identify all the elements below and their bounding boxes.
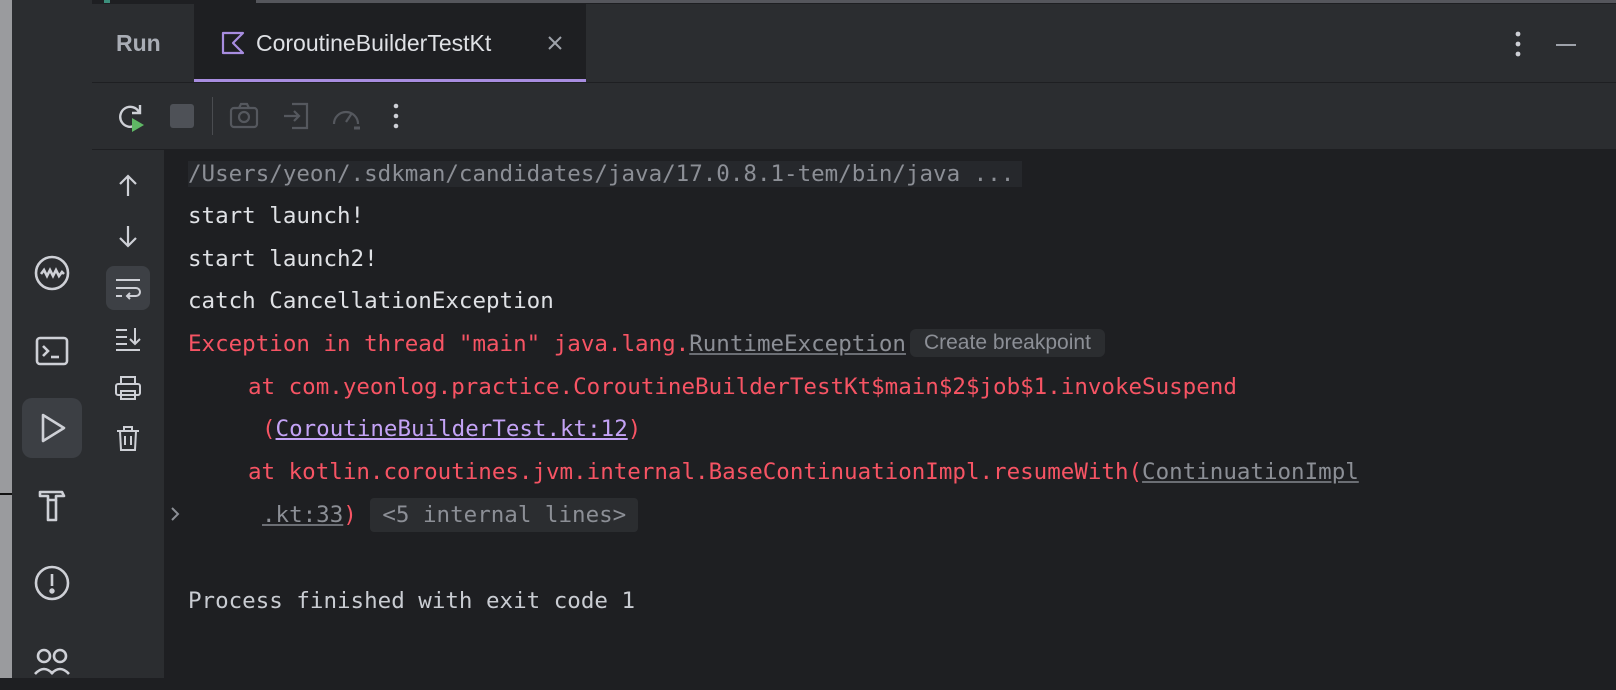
top-border-line [256, 0, 1616, 3]
problems-icon[interactable] [22, 553, 82, 613]
tool-window-strip [12, 0, 93, 678]
command-line: /Users/yeon/.sdkman/candidates/java/17.0… [188, 156, 1023, 192]
close-icon[interactable] [546, 34, 564, 52]
stop-icon[interactable] [166, 100, 198, 132]
minimize-icon[interactable] [1556, 44, 1576, 46]
kotlin-file-icon [221, 31, 245, 55]
java-command: /Users/yeon/.sdkman/candidates/java/17.0… [188, 161, 1023, 187]
more-icon[interactable] [380, 100, 412, 132]
soft-wrap-icon[interactable] [106, 266, 150, 310]
chevron-right-icon[interactable] [166, 505, 184, 523]
trash-icon[interactable] [106, 416, 150, 460]
exit-icon[interactable] [280, 100, 312, 132]
exit-status-line: Process finished with exit code 1 [188, 588, 636, 614]
library-source-link-cont[interactable]: .kt:33 [262, 502, 343, 528]
tab-active-indicator [194, 79, 586, 82]
run-icon[interactable] [22, 398, 82, 458]
source-link[interactable]: CoroutineBuilderTest.kt:12 [276, 416, 628, 442]
internal-lines-fold[interactable]: <5 internal lines> [370, 498, 639, 532]
stack-trace-line: at com.yeonlog.practice.CoroutineBuilder… [248, 374, 1237, 400]
exception-class-link[interactable]: RuntimeException [689, 331, 906, 357]
stack-trace-line: at kotlin.coroutines.jvm.internal.BaseCo… [248, 459, 1359, 485]
top-border-accent [104, 0, 110, 3]
output-line: start launch! [188, 203, 365, 229]
stack-trace-location: (CoroutineBuilderTest.kt:12) [262, 416, 642, 442]
console-output: /Users/yeon/.sdkman/candidates/java/17.0… [188, 150, 1616, 614]
window-edge-mark [0, 493, 12, 495]
rerun-icon[interactable] [114, 100, 146, 132]
tab-coroutine-builder-test[interactable]: CoroutineBuilderTestKt [194, 4, 586, 82]
run-tab-bar: Run CoroutineBuilderTestKt [92, 4, 1616, 83]
arrow-up-icon[interactable] [106, 164, 150, 208]
create-breakpoint-hint[interactable]: Create breakpoint [909, 329, 1105, 357]
build-icon[interactable] [22, 476, 82, 536]
stack-trace-location: .kt:33) <5 internal lines> [262, 497, 639, 533]
services-icon[interactable] [22, 630, 82, 690]
console-panel: /Users/yeon/.sdkman/candidates/java/17.0… [92, 150, 1616, 678]
arrow-down-icon[interactable] [106, 214, 150, 258]
run-window-title: Run [116, 30, 161, 56]
library-source-link[interactable]: ContinuationImpl [1142, 459, 1359, 485]
scroll-to-end-icon[interactable] [106, 316, 150, 360]
output-line: start launch2! [188, 246, 378, 272]
profiler-icon[interactable] [22, 243, 82, 303]
exception-line: Exception in thread "main" java.lang.Run… [188, 326, 1105, 362]
print-icon[interactable] [106, 366, 150, 410]
window-edge [0, 0, 12, 678]
exception-prefix: Exception in thread "main" java.lang. [188, 331, 690, 357]
profile-icon[interactable] [330, 100, 362, 132]
screenshot-icon[interactable] [228, 100, 260, 132]
output-line: catch CancellationException [188, 288, 554, 314]
terminal-icon[interactable] [22, 321, 82, 381]
toolbar-separator [212, 97, 213, 135]
tab-title: CoroutineBuilderTestKt [256, 30, 492, 56]
run-toolbar [92, 83, 1616, 150]
more-options-icon[interactable] [1508, 28, 1528, 60]
console-sidebar [92, 150, 164, 678]
